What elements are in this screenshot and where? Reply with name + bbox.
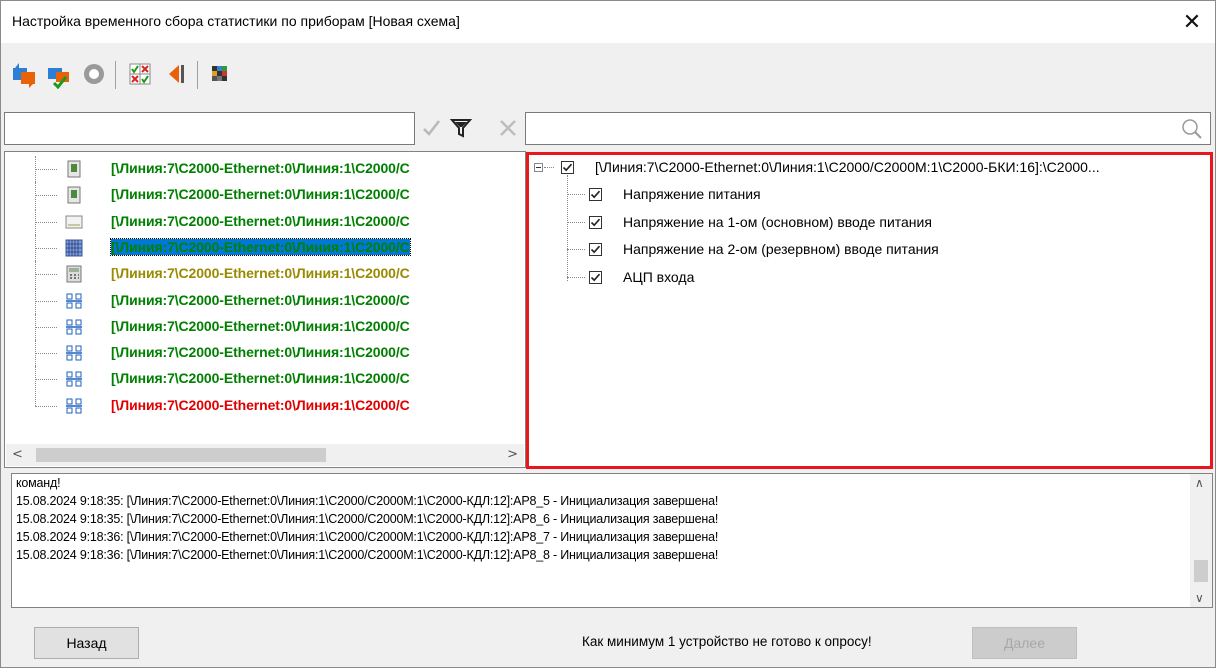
device-tree-item[interactable]: [\Линия:7\С2000-Ethernet:0\Линия:1\С2000… — [5, 366, 525, 393]
tree-connector — [35, 392, 36, 406]
tree-connector — [567, 249, 585, 250]
back-button[interactable]: Назад — [34, 627, 139, 659]
device-label: [\Линия:7\С2000-Ethernet:0\Линия:1\С2000… — [111, 212, 410, 229]
tree-connector — [35, 379, 57, 381]
parameter-label: Напряжение на 1-ом (основном) вводе пита… — [623, 213, 932, 230]
scrollbar-thumb[interactable] — [1194, 560, 1208, 582]
toolbar — [9, 55, 409, 95]
device-label: [\Линия:7\С2000-Ethernet:0\Линия:1\С2000… — [111, 317, 410, 334]
clear-filter-icon[interactable] — [494, 114, 522, 142]
parameter-checkbox[interactable] — [589, 270, 602, 284]
device-label: [\Линия:7\С2000-Ethernet:0\Линия:1\С2000… — [111, 291, 410, 308]
close-icon: ✕ — [1182, 9, 1202, 35]
tree-connector — [35, 247, 57, 249]
device-network-icon — [65, 344, 83, 362]
tree-connector — [35, 274, 57, 276]
scrollbar-thumb[interactable] — [36, 448, 326, 462]
device-label: [\Линия:7\С2000-Ethernet:0\Линия:1\С2000… — [111, 370, 410, 387]
parameter-checkbox[interactable] — [589, 215, 602, 229]
parameter-checkbox[interactable] — [589, 188, 602, 201]
device-tree-item[interactable]: [\Линия:7\С2000-Ethernet:0\Линия:1\С2000… — [5, 182, 525, 209]
title-bar: Настройка временного сбора статистики по… — [1, 1, 1215, 43]
tree-connector — [35, 353, 57, 355]
device-module-icon — [65, 160, 83, 178]
parameter-label: Напряжение на 2-ом (резервном) вводе пит… — [623, 241, 939, 257]
device-network-icon — [65, 370, 83, 388]
scroll-down-icon[interactable]: ∨ — [1195, 591, 1204, 605]
device-controller-icon — [65, 265, 83, 283]
stop-icon[interactable] — [79, 59, 109, 89]
device-filter-input[interactable] — [4, 112, 415, 145]
window-title: Настройка временного сбора статистики по… — [12, 13, 460, 29]
device-network-icon — [65, 397, 83, 415]
refresh-selected-icon[interactable] — [44, 59, 74, 90]
parameter-search-input[interactable] — [530, 113, 1174, 143]
scroll-up-icon[interactable]: ∧ — [1195, 476, 1204, 490]
toolbar-separator — [115, 61, 116, 89]
status-message: Как минимум 1 устройство не готово к опр… — [582, 634, 872, 649]
device-tree-item[interactable]: [\Линия:7\С2000-Ethernet:0\Линия:1\С2000… — [5, 313, 525, 340]
settings-dialog: Настройка временного сбора статистики по… — [0, 0, 1216, 668]
device-label: [\Линия:7\С2000-Ethernet:0\Линия:1\С2000… — [110, 237, 411, 256]
device-label: [\Линия:7\С2000-Ethernet:0\Линия:1\С2000… — [111, 396, 410, 413]
device-panel-icon — [65, 213, 83, 231]
checkbox-matrix-icon[interactable] — [125, 59, 155, 89]
device-keypad-icon — [65, 239, 83, 257]
tree-connector — [567, 194, 585, 195]
log-line: 15.08.2024 9:18:36: [\Линия:7\С2000-Ethe… — [16, 530, 719, 544]
device-label: [\Линия:7\С2000-Ethernet:0\Линия:1\С2000… — [111, 186, 410, 203]
tree-root-expander[interactable] — [534, 163, 543, 172]
search-icon[interactable] — [1178, 115, 1206, 143]
event-log[interactable]: команд! 15.08.2024 9:18:35: [\Линия:7\С20… — [11, 473, 1213, 608]
tree-connector — [35, 405, 57, 407]
device-network-icon — [65, 318, 83, 336]
device-tree-item[interactable]: [\Линия:7\С2000-Ethernet:0\Линия:1\С2000… — [5, 287, 525, 314]
log-line: 15.08.2024 9:18:35: [\Линия:7\С2000-Ethe… — [16, 494, 719, 508]
tree-connector — [35, 195, 57, 197]
collapse-left-icon[interactable] — [161, 59, 191, 89]
root-device-label: [\Линия:7\С2000-Ethernet:0\Линия:1\С2000… — [595, 159, 1100, 175]
log-line: команд! — [16, 476, 61, 490]
device-tree-item[interactable]: [\Линия:7\С2000-Ethernet:0\Линия:1\С2000… — [5, 261, 525, 288]
parameter-label: АЦП входа — [623, 268, 695, 285]
device-tree-item[interactable]: [\Линия:7\С2000-Ethernet:0\Линия:1\С2000… — [5, 234, 525, 261]
horizontal-scrollbar[interactable]: < > — [6, 444, 524, 466]
tree-connector — [35, 326, 57, 328]
device-tree-item[interactable]: [\Линия:7\С2000-Ethernet:0\Линия:1\С2000… — [5, 340, 525, 367]
device-tree-item[interactable]: [\Линия:7\С2000-Ethernet:0\Линия:1\С2000… — [5, 208, 525, 235]
close-button[interactable]: ✕ — [1169, 1, 1215, 43]
log-line: 15.08.2024 9:18:36: [\Линия:7\С2000-Ethe… — [16, 548, 719, 562]
device-tree[interactable]: [\Линия:7\С2000-Ethernet:0\Линия:1\С2000… — [4, 151, 526, 468]
device-tree-item[interactable]: [\Линия:7\С2000-Ethernet:0\Линия:1\С2000… — [5, 392, 525, 419]
apply-filter-check-icon[interactable] — [417, 114, 445, 142]
tree-connector — [567, 221, 585, 223]
parameter-label: Напряжение питания — [623, 186, 761, 202]
device-tree-item[interactable]: [\Линия:7\С2000-Ethernet:0\Линия:1\С2000… — [5, 156, 525, 182]
tree-connector — [544, 167, 554, 168]
tree-connector — [567, 276, 585, 278]
refresh-arrows-icon[interactable] — [9, 59, 39, 89]
root-checkbox[interactable] — [561, 161, 574, 174]
scroll-left-icon[interactable]: < — [12, 447, 23, 462]
log-line: 15.08.2024 9:18:35: [\Линия:7\С2000-Ethe… — [16, 512, 719, 526]
funnel-filter-icon[interactable] — [447, 114, 475, 142]
device-label: [\Линия:7\С2000-Ethernet:0\Линия:1\С2000… — [111, 160, 410, 176]
tree-connector — [35, 169, 57, 170]
scroll-right-icon[interactable]: > — [507, 447, 518, 462]
tree-connector — [567, 175, 568, 281]
parameter-checkbox[interactable] — [589, 243, 602, 256]
device-label: [\Линия:7\С2000-Ethernet:0\Линия:1\С2000… — [111, 265, 410, 282]
device-network-icon — [65, 292, 83, 310]
device-module-icon — [65, 186, 83, 204]
tree-connector — [35, 300, 57, 302]
tree-connector — [35, 221, 57, 223]
color-grid-icon[interactable] — [205, 59, 235, 89]
device-label: [\Линия:7\С2000-Ethernet:0\Линия:1\С2000… — [111, 344, 410, 361]
parameters-tree[interactable]: [\Линия:7\С2000-Ethernet:0\Линия:1\С2000… — [526, 152, 1213, 469]
vertical-scrollbar[interactable]: ∧ ∨ — [1190, 474, 1212, 607]
next-button[interactable]: Далее — [972, 627, 1077, 659]
parameter-search-field[interactable] — [525, 112, 1211, 145]
toolbar-separator — [197, 61, 198, 89]
